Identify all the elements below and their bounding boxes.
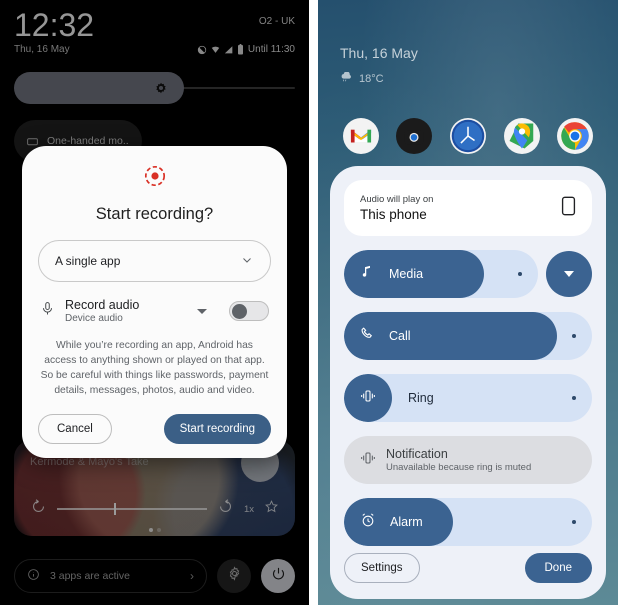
dialog-title: Start recording? — [95, 205, 214, 223]
alarm-volume-label: Alarm — [390, 515, 423, 529]
call-volume-label: Call — [389, 329, 411, 343]
audio-output-card[interactable]: Audio will play on This phone — [344, 180, 592, 236]
dialog-actions: Cancel Start recording — [38, 414, 271, 444]
star-icon[interactable] — [264, 499, 279, 519]
status-bar-clock: 12:32 — [14, 7, 95, 43]
power-icon — [271, 566, 286, 586]
audio-source-caret-icon[interactable] — [197, 308, 207, 314]
start-recording-button[interactable]: Start recording — [163, 414, 271, 444]
vibrate-icon — [360, 389, 376, 408]
battery-icon — [237, 44, 244, 55]
audio-output-label: Audio will play on — [360, 194, 434, 205]
replay-10-icon[interactable] — [30, 498, 47, 520]
footer-bar: 3 apps are active › — [14, 559, 295, 593]
alarm-volume-slider[interactable]: Alarm — [344, 498, 592, 546]
chevron-down-icon — [564, 271, 574, 277]
app-dock — [318, 118, 618, 154]
recording-scope-select[interactable]: A single app — [38, 240, 271, 282]
toggle-knob — [232, 304, 247, 319]
cloud-rain-icon — [340, 71, 353, 86]
microphone-icon — [40, 301, 55, 321]
notification-volume-sublabel: Unavailable because ring is muted — [386, 462, 532, 473]
ring-slider-dot — [572, 396, 576, 400]
maps-icon[interactable] — [503, 118, 540, 154]
cancel-button[interactable]: Cancel — [38, 414, 112, 444]
gmail-icon[interactable] — [342, 118, 379, 154]
chevron-right-icon: › — [190, 569, 194, 583]
right-phone-screen: Thu, 16 May 18°C Audio will play on This… — [318, 0, 618, 605]
forward-30-icon[interactable] — [217, 498, 234, 520]
camera-icon[interactable] — [396, 118, 433, 154]
media-volume-slider[interactable]: Media — [344, 250, 538, 298]
volume-row-notification: Notification Unavailable because ring is… — [344, 436, 592, 484]
battery-until-label: Until 11:30 — [247, 44, 295, 55]
info-icon — [27, 568, 40, 584]
screen-record-icon — [143, 164, 167, 193]
status-bar-date: Thu, 16 May — [14, 44, 70, 55]
chrome-icon[interactable] — [557, 118, 594, 154]
record-audio-texts: Record audio Device audio — [65, 298, 139, 324]
page-dot — [156, 528, 161, 532]
alarm-clock-icon — [360, 512, 376, 533]
status-bar: 12:32 O2 - UK Thu, 16 May Until 11:30 — [0, 0, 309, 55]
status-bar-icons: Until 11:30 — [197, 44, 295, 55]
phone-device-icon — [561, 196, 576, 221]
volume-settings-button[interactable]: Settings — [344, 553, 420, 583]
notification-volume-slider: Notification Unavailable because ring is… — [344, 436, 592, 484]
clock-icon[interactable] — [449, 118, 486, 154]
ring-volume-slider[interactable]: Ring — [344, 374, 592, 422]
apps-active-label: 3 apps are active — [50, 570, 130, 582]
page-dot-active — [148, 528, 153, 532]
apps-active-button[interactable]: 3 apps are active › — [14, 559, 207, 593]
signal-icon — [224, 45, 234, 55]
home-date-label: Thu, 16 May — [340, 45, 418, 61]
recording-warning-text: While you’re recording an app, Android h… — [40, 340, 269, 396]
volume-row-alarm: Alarm — [344, 498, 592, 546]
volume-panel: Audio will play on This phone Media Call… — [330, 166, 606, 599]
audio-output-value: This phone — [360, 207, 427, 222]
volume-row-ring: Ring — [344, 374, 592, 422]
call-slider-dot — [572, 334, 576, 338]
recording-scope-value: A single app — [55, 254, 121, 268]
playback-speed-label[interactable]: 1x — [244, 504, 254, 515]
settings-button[interactable] — [217, 559, 251, 593]
dual-screenshot-container: 12:32 O2 - UK Thu, 16 May Until 11:30 On… — [0, 0, 618, 605]
record-audio-label: Record audio — [65, 298, 140, 312]
power-button[interactable] — [261, 559, 295, 593]
volume-done-button[interactable]: Done — [524, 553, 592, 583]
expand-volume-button[interactable] — [546, 251, 592, 297]
notification-volume-label: Notification — [386, 447, 448, 461]
brightness-slider[interactable] — [14, 72, 295, 104]
media-volume-label: Media — [389, 267, 424, 281]
start-recording-dialog: Start recording? A single app Record aud… — [22, 146, 287, 458]
carrier-label: O2 - UK — [258, 16, 295, 27]
ring-volume-label: Ring — [408, 391, 434, 405]
home-temperature: 18°C — [359, 73, 384, 85]
media-slider-dot — [518, 272, 522, 276]
vibrate-icon — [360, 451, 376, 470]
chevron-down-icon — [240, 253, 254, 270]
volume-row-media: Media — [344, 250, 592, 298]
music-note-icon — [360, 264, 375, 284]
panel-separator — [309, 0, 318, 605]
media-seek-bar[interactable] — [57, 503, 207, 515]
media-page-dots — [148, 528, 161, 532]
record-audio-toggle[interactable] — [229, 301, 269, 321]
wifi-icon — [210, 45, 221, 55]
volume-row-call: Call — [344, 312, 592, 360]
phone-call-icon — [360, 326, 375, 346]
record-audio-row[interactable]: Record audio Device audio — [38, 298, 271, 324]
brightness-icon — [154, 81, 168, 95]
left-phone-screen: 12:32 O2 - UK Thu, 16 May Until 11:30 On… — [0, 0, 309, 605]
dnd-icon — [197, 45, 207, 55]
call-volume-slider[interactable]: Call — [344, 312, 592, 360]
gear-icon — [227, 566, 242, 586]
media-controls: 1x — [14, 498, 295, 520]
alarm-slider-dot — [572, 520, 576, 524]
volume-panel-actions: Settings Done — [344, 553, 592, 583]
record-audio-sublabel: Device audio — [65, 313, 123, 324]
home-weather[interactable]: 18°C — [340, 71, 384, 86]
